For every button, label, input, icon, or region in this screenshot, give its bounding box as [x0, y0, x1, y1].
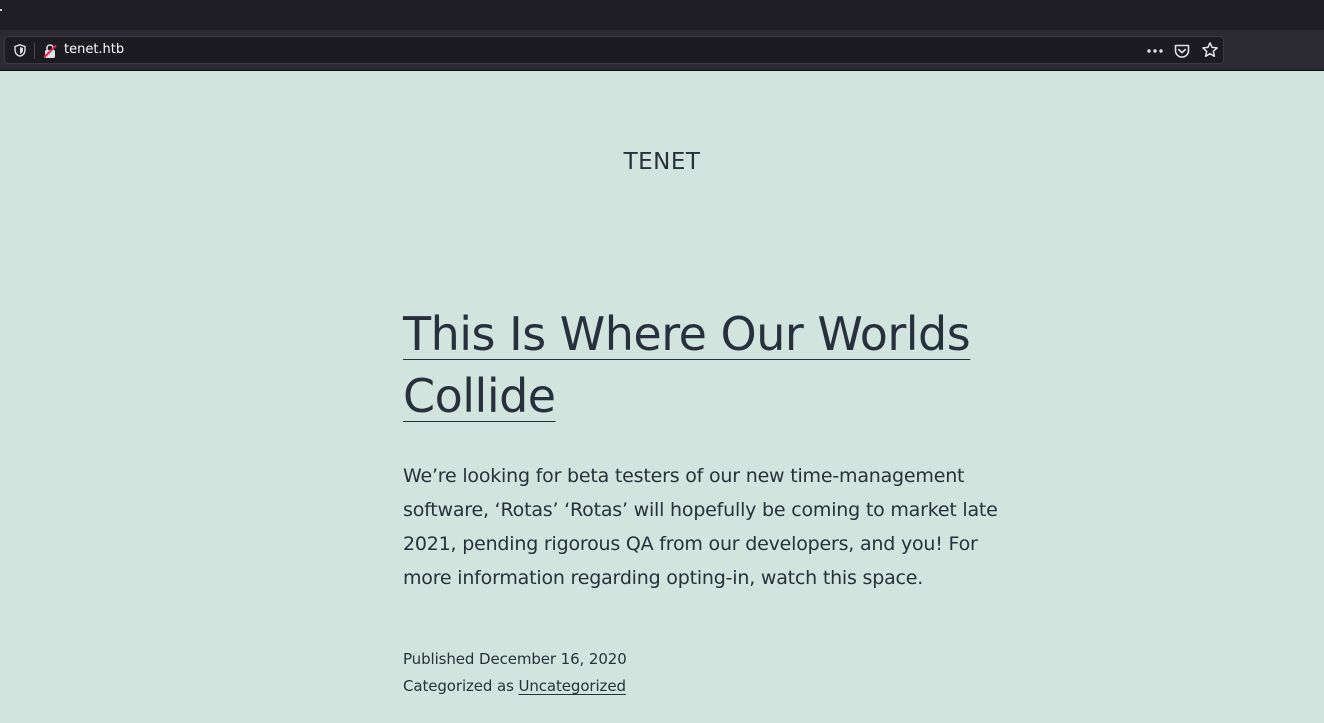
urlbar-separator — [34, 43, 35, 59]
published-label: Published — [403, 650, 475, 668]
address-bar[interactable]: tenet.htb — [4, 36, 1224, 64]
published-date: December 16, 2020 — [479, 650, 627, 668]
category-line: Categorized as Uncategorized — [403, 673, 1003, 700]
browser-toolbar: tenet.htb — [0, 30, 1324, 71]
titlebar-marker — [0, 9, 2, 11]
post-title: This Is Where Our Worlds Collide — [403, 303, 1023, 427]
star-icon[interactable] — [1201, 41, 1219, 59]
post-title-link[interactable]: This Is Where Our Worlds Collide — [403, 307, 971, 423]
url-text[interactable]: tenet.htb — [64, 42, 124, 57]
page-content: TENET This Is Where Our Worlds Collide W… — [0, 71, 1324, 723]
site-title[interactable]: TENET — [0, 149, 1324, 175]
published-line: Published December 16, 2020 — [403, 646, 1003, 673]
category-label: Categorized as — [403, 677, 514, 695]
shield-icon[interactable] — [14, 44, 26, 57]
post-body: We’re looking for beta testers of our ne… — [403, 465, 998, 589]
category-link[interactable]: Uncategorized — [518, 677, 626, 695]
more-horizontal-icon[interactable] — [1145, 43, 1165, 59]
window-titlebar — [0, 0, 1324, 30]
insecure-lock-icon[interactable] — [42, 43, 58, 59]
pocket-icon[interactable] — [1173, 42, 1191, 60]
post-meta: Published December 16, 2020 Categorized … — [403, 646, 1003, 700]
